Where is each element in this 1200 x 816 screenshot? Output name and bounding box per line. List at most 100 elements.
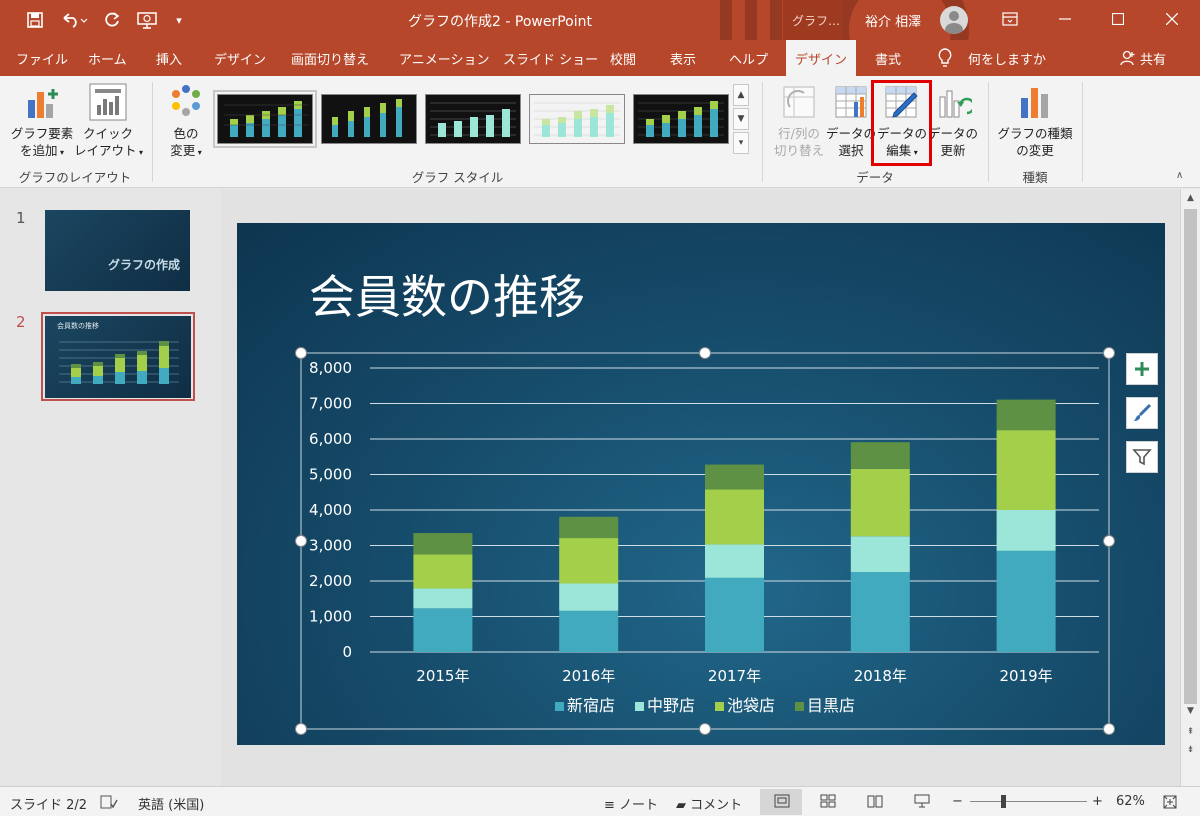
fit-to-window-icon[interactable] — [1162, 794, 1178, 810]
zoom-out-button[interactable]: − — [952, 794, 963, 809]
scroll-up-icon[interactable]: ▲ — [1181, 193, 1200, 203]
change-colors-palette-icon — [172, 85, 200, 116]
bar-2-series-1 — [559, 610, 619, 652]
chart-style-3[interactable] — [425, 94, 521, 144]
chart-style-3-preview — [430, 102, 516, 137]
group-label-data: データ — [856, 170, 894, 185]
bar-2-series-2 — [559, 583, 619, 611]
slide-thumbnail-2[interactable]: 会員数の推移 — [45, 316, 191, 398]
tab-chart-design[interactable]: デザイン — [786, 40, 856, 76]
y-tick-label: 7,000 — [309, 395, 352, 413]
slideshow-view-icon[interactable] — [914, 794, 930, 808]
lightbulb-icon — [938, 48, 952, 67]
title-bar: ▾ グラフの作成2 - PowerPoint グラフ… 裕介 相澤 — [0, 0, 1200, 40]
share-button[interactable]: 共有 — [1140, 49, 1166, 68]
previous-slide-icon[interactable]: ⇞ — [1181, 727, 1200, 737]
zoom-level[interactable]: 62% — [1116, 794, 1145, 809]
x-tick-label: 2018年 — [854, 667, 907, 685]
quick-layout-label-2: レイアウト — [74, 143, 137, 158]
gallery-scroll-down-icon[interactable]: ▼ — [733, 108, 749, 130]
ribbon: グラフ要素 を追加 ▾ クイック レイアウト ▾ グラフのレイアウト 色の 変更… — [0, 76, 1200, 188]
y-tick-label: 0 — [342, 643, 352, 661]
slide-thumbnail-2-chart — [59, 341, 179, 384]
maximize-icon[interactable] — [1098, 4, 1138, 34]
group-separator — [152, 82, 153, 182]
chart-elements-button[interactable] — [1126, 353, 1158, 385]
resize-handle-6 — [295, 723, 307, 735]
quick-layout-button[interactable]: クイック レイアウト ▾ — [74, 125, 143, 161]
tab-view[interactable]: 表示 — [670, 49, 696, 68]
change-chart-type-icon — [1021, 88, 1048, 118]
reading-view-icon[interactable] — [867, 794, 883, 808]
chart-styles-button[interactable] — [1126, 397, 1158, 429]
scroll-down-icon[interactable]: ▼ — [1181, 706, 1200, 716]
add-chart-element-button[interactable]: グラフ要素 を追加 ▾ — [8, 125, 76, 161]
change-colors-label-2: 変更 — [170, 143, 196, 158]
gallery-scroll-up-icon[interactable]: ▲ — [733, 84, 749, 106]
resize-handle-8 — [1103, 723, 1115, 735]
zoom-slider-track[interactable] — [970, 801, 1087, 802]
collapse-ribbon-icon[interactable]: ∧ — [1176, 170, 1183, 181]
avatar[interactable] — [940, 6, 968, 34]
slide-counter: スライド 2/2 — [10, 798, 88, 813]
y-tick-label: 6,000 — [309, 430, 352, 448]
tab-review[interactable]: 校閲 — [610, 49, 636, 68]
chart-style-1[interactable] — [213, 90, 317, 148]
tab-slideshow[interactable]: スライド ショー — [503, 49, 598, 68]
editor-scrollbar[interactable]: ▲ ▼ ⇞ ⇟ — [1180, 189, 1200, 786]
slide-thumbnail-1[interactable]: グラフの作成 — [45, 210, 190, 291]
spelling-check-icon[interactable] — [100, 795, 118, 809]
notes-button[interactable]: ≡ ノート — [604, 794, 658, 813]
bar-1-series-4 — [413, 533, 473, 555]
minimize-icon[interactable] — [1045, 4, 1085, 34]
normal-view-icon[interactable] — [774, 794, 790, 808]
chart-style-4[interactable] — [529, 94, 625, 144]
chart-style-5[interactable] — [633, 94, 729, 144]
refresh-data-label-2: 更新 — [940, 143, 966, 158]
legend-label-4: 目黒店 — [807, 696, 855, 715]
next-slide-icon[interactable]: ⇟ — [1181, 745, 1200, 755]
tab-help[interactable]: ヘルプ — [729, 49, 768, 68]
scrollbar-thumb[interactable] — [1184, 209, 1197, 704]
gallery-more-icon[interactable]: ▾ — [733, 132, 749, 154]
bar-3-series-2 — [705, 544, 764, 578]
paintbrush-icon — [1134, 403, 1152, 421]
bar-5-series-4 — [996, 399, 1056, 431]
bar-3-series-4 — [705, 464, 764, 490]
chart-style-2-preview — [332, 99, 402, 137]
group-label-chart-layouts: グラフのレイアウト — [18, 170, 132, 185]
slide-canvas[interactable]: 会員数の推移 0 1,000 2,000 3,000 4,000 5,000 6,000 7,… — [237, 223, 1165, 745]
tab-file[interactable]: ファイル — [16, 49, 68, 68]
chart-style-2[interactable] — [321, 94, 417, 144]
close-icon[interactable] — [1152, 4, 1192, 34]
tab-format[interactable]: 書式 — [875, 49, 901, 68]
share-person-icon[interactable] — [1120, 50, 1136, 66]
tell-me-search[interactable]: 何をしますか — [968, 49, 1046, 68]
refresh-data-button[interactable]: データの 更新 — [928, 125, 978, 159]
zoom-slider-handle[interactable] — [1001, 795, 1006, 808]
comments-button[interactable]: ▰ コメント — [676, 794, 742, 813]
window-title: グラフの作成2 - PowerPoint — [408, 14, 592, 30]
comment-icon: ▰ — [676, 798, 686, 813]
user-name[interactable]: 裕介 相澤 — [865, 11, 921, 30]
tab-transitions[interactable]: 画面切り替え — [291, 49, 369, 68]
ribbon-display-options-icon[interactable] — [990, 4, 1030, 34]
zoom-in-button[interactable]: + — [1092, 794, 1103, 809]
stacked-bar-chart[interactable]: 0 1,000 2,000 3,000 4,000 5,000 6,000 7,000 8,00… — [237, 223, 1165, 745]
select-data-label-2: 選択 — [838, 143, 864, 158]
select-data-button[interactable]: データの 選択 — [826, 125, 876, 159]
change-colors-button[interactable]: 色の 変更 ▾ — [160, 125, 212, 161]
chart-filters-button[interactable] — [1126, 441, 1158, 473]
change-colors-label-1: 色の — [173, 126, 199, 141]
switch-row-column-button[interactable]: 行/列の 切り替え — [770, 125, 828, 159]
tab-insert[interactable]: 挿入 — [156, 49, 182, 68]
change-chart-type-label-1: グラフの種類 — [997, 126, 1073, 141]
slide-sorter-icon[interactable] — [820, 794, 836, 808]
legend-label-2: 中野店 — [647, 696, 695, 715]
refresh-data-label-1: データの — [928, 126, 979, 141]
language-indicator[interactable]: 英語 (米国) — [138, 794, 204, 813]
tab-design[interactable]: デザイン — [214, 49, 266, 68]
tab-home[interactable]: ホーム — [88, 49, 127, 68]
change-chart-type-button[interactable]: グラフの種類 の変更 — [994, 125, 1076, 159]
tab-animations[interactable]: アニメーション — [399, 49, 489, 68]
